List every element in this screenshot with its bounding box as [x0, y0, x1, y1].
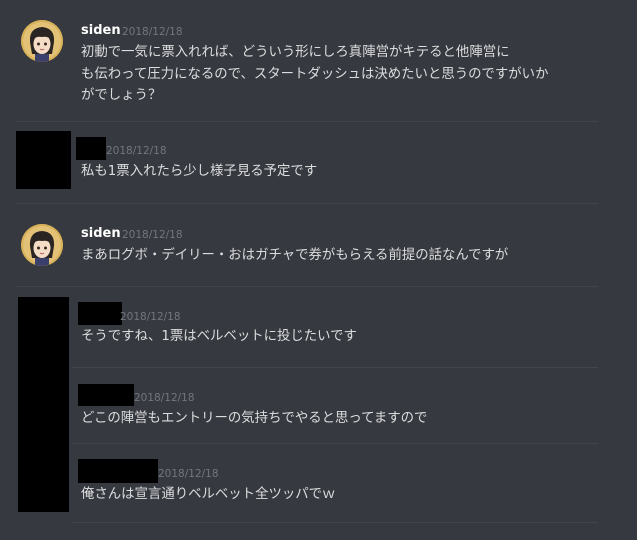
timestamp: 2018/12/18: [106, 145, 167, 157]
avatar[interactable]: [21, 20, 63, 62]
message-divider: [16, 203, 598, 204]
timestamp: 2018/12/18: [134, 392, 195, 404]
message-divider: [16, 121, 598, 122]
message-text-line: どこの陣営もエントリーの気持ちでやると思ってますので: [81, 411, 428, 426]
message-divider: [72, 522, 598, 523]
message-text-line: 俺さんは宣言通りベルベット全ツッパでｗ: [81, 487, 336, 502]
timestamp: 2018/12/18: [122, 229, 183, 241]
redacted-username: [78, 384, 134, 406]
message-divider: [72, 443, 598, 444]
chat-message-list: siden 2018/12/18 初動で一気に票入れれば、どういう形にしろ真陣営…: [0, 0, 637, 540]
username[interactable]: siden: [81, 226, 121, 242]
redacted-username: [78, 302, 122, 325]
redacted-username: [76, 137, 106, 160]
message-divider: [16, 286, 598, 287]
message-text-line: がでしょう？: [81, 88, 162, 103]
message-text-line: まあログボ・デイリー・おはガチャで券がもらえる前提の話なんですが: [81, 248, 509, 263]
redacted-avatar: [18, 297, 69, 512]
message-text-line: そうですね、1票はベルベットに投じたいです: [81, 329, 357, 344]
timestamp: 2018/12/18: [120, 311, 181, 323]
username[interactable]: siden: [81, 23, 121, 39]
avatar[interactable]: [21, 224, 63, 266]
timestamp: 2018/12/18: [122, 26, 183, 38]
redacted-username: [78, 459, 158, 483]
timestamp: 2018/12/18: [158, 468, 219, 480]
redacted-avatar: [16, 131, 71, 189]
message-divider: [72, 367, 598, 368]
message-text-line: も伝わって圧力になるので、スタートダッシュは決めたいと思うのですがいか: [81, 67, 549, 82]
message-text-line: 初動で一気に票入れれば、どういう形にしろ真陣営がキテると他陣営に: [81, 45, 510, 60]
anime-girl-avatar-icon: [21, 224, 63, 266]
anime-girl-avatar-icon: [21, 20, 63, 62]
message-text-line: 私も1票入れたら少し様子見る予定です: [81, 164, 318, 179]
